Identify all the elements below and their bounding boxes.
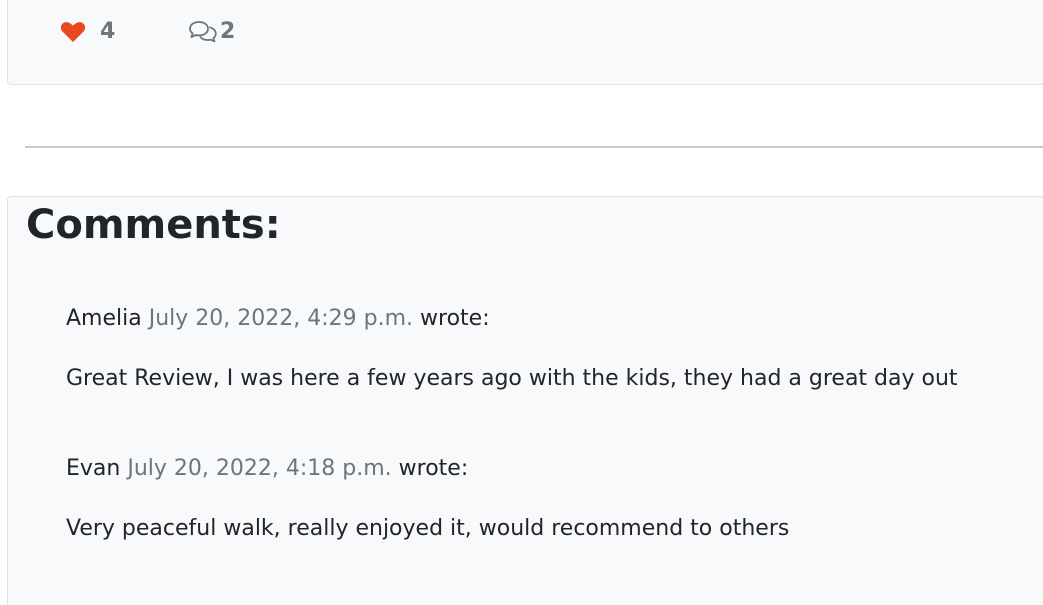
comments-count: 2: [220, 19, 236, 44]
page: 4 2 Comments: Amelia July 20, 2022, 4:29…: [0, 0, 1043, 605]
comment-meta: Amelia July 20, 2022, 4:29 p.m. wrote:: [66, 304, 958, 334]
heart-icon: [60, 21, 86, 43]
likes-count: 4: [100, 19, 116, 44]
comment-item: Evan July 20, 2022, 4:18 p.m. wrote: Ver…: [66, 454, 789, 544]
comment-date: July 20, 2022, 4:29 p.m.: [148, 306, 414, 331]
comment-body: Very peaceful walk, really enjoyed it, w…: [66, 516, 790, 541]
comments-heading: Comments:: [26, 202, 281, 248]
comment-author: Evan: [66, 456, 121, 481]
chat-bubbles-icon: [188, 20, 218, 44]
comments-section: Comments: Amelia July 20, 2022, 4:29 p.m…: [7, 196, 1043, 605]
section-divider: [25, 146, 1043, 148]
comment-date: July 20, 2022, 4:18 p.m.: [127, 456, 392, 481]
comment-body: Great Review, I was here a few years ago…: [66, 366, 958, 391]
comment-author: Amelia: [66, 306, 142, 331]
like-button[interactable]: 4: [60, 19, 115, 44]
comment-wrote-label: wrote:: [420, 306, 490, 331]
comments-count-link[interactable]: 2: [188, 19, 235, 44]
comment-item: Amelia July 20, 2022, 4:29 p.m. wrote: G…: [66, 304, 958, 394]
comment-meta: Evan July 20, 2022, 4:18 p.m. wrote:: [66, 454, 789, 484]
comment-wrote-label: wrote:: [398, 456, 469, 481]
post-footer-card: 4 2: [7, 0, 1043, 85]
